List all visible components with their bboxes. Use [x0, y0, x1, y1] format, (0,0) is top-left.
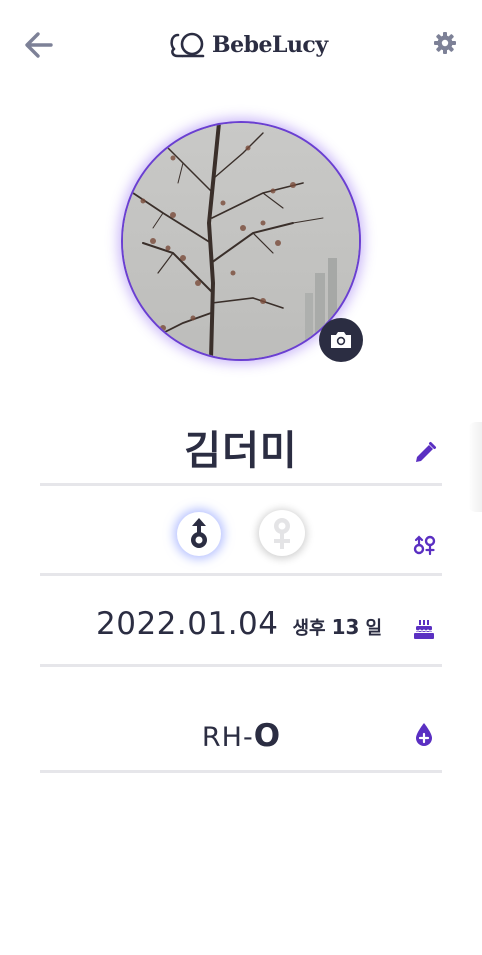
- birth-date: 2022.01.04: [96, 606, 279, 642]
- divider: [40, 573, 442, 576]
- gender-symbols-icon: [413, 535, 436, 556]
- cake-icon: [414, 620, 434, 639]
- gender-row-icon: [413, 534, 437, 556]
- blood-icon-wrap: [414, 722, 434, 746]
- back-button[interactable]: [22, 28, 56, 62]
- baby-name: 김더미: [184, 428, 298, 474]
- female-icon: [274, 518, 290, 549]
- blood-type: O: [253, 718, 281, 754]
- male-icon: [191, 518, 207, 548]
- tree-photo: [123, 123, 359, 359]
- age-value: 13: [331, 615, 360, 639]
- app-logo-text: BebeLucy: [212, 32, 328, 58]
- settings-button[interactable]: [432, 30, 458, 56]
- app-header: BebeLucy: [0, 0, 482, 90]
- birth-date-row[interactable]: 2022.01.04 생후 13 일: [96, 606, 382, 646]
- gender-male-option[interactable]: [177, 512, 221, 556]
- edge-shadow: [468, 422, 482, 512]
- blood-type-row[interactable]: RH-O: [0, 718, 482, 754]
- age-label: 생후: [292, 618, 326, 639]
- pencil-icon: [416, 442, 436, 462]
- edit-name-button[interactable]: [413, 441, 437, 465]
- app-logo: BebeLucy: [168, 28, 328, 62]
- divider: [40, 483, 442, 486]
- gear-icon: [434, 32, 456, 54]
- age-unit: 일: [365, 618, 383, 639]
- blood-drop-icon: [416, 723, 432, 746]
- change-photo-button[interactable]: [319, 318, 363, 362]
- birthday-icon-wrap: [413, 618, 435, 640]
- arrow-left-icon: [25, 32, 53, 58]
- blood-rh: RH-: [201, 722, 254, 753]
- camera-icon: [331, 332, 351, 348]
- gender-female-option[interactable]: [259, 510, 305, 556]
- divider: [40, 664, 442, 667]
- bebelucy-logo-icon: [170, 32, 205, 58]
- divider: [40, 770, 442, 773]
- profile-photo-container: [121, 121, 363, 362]
